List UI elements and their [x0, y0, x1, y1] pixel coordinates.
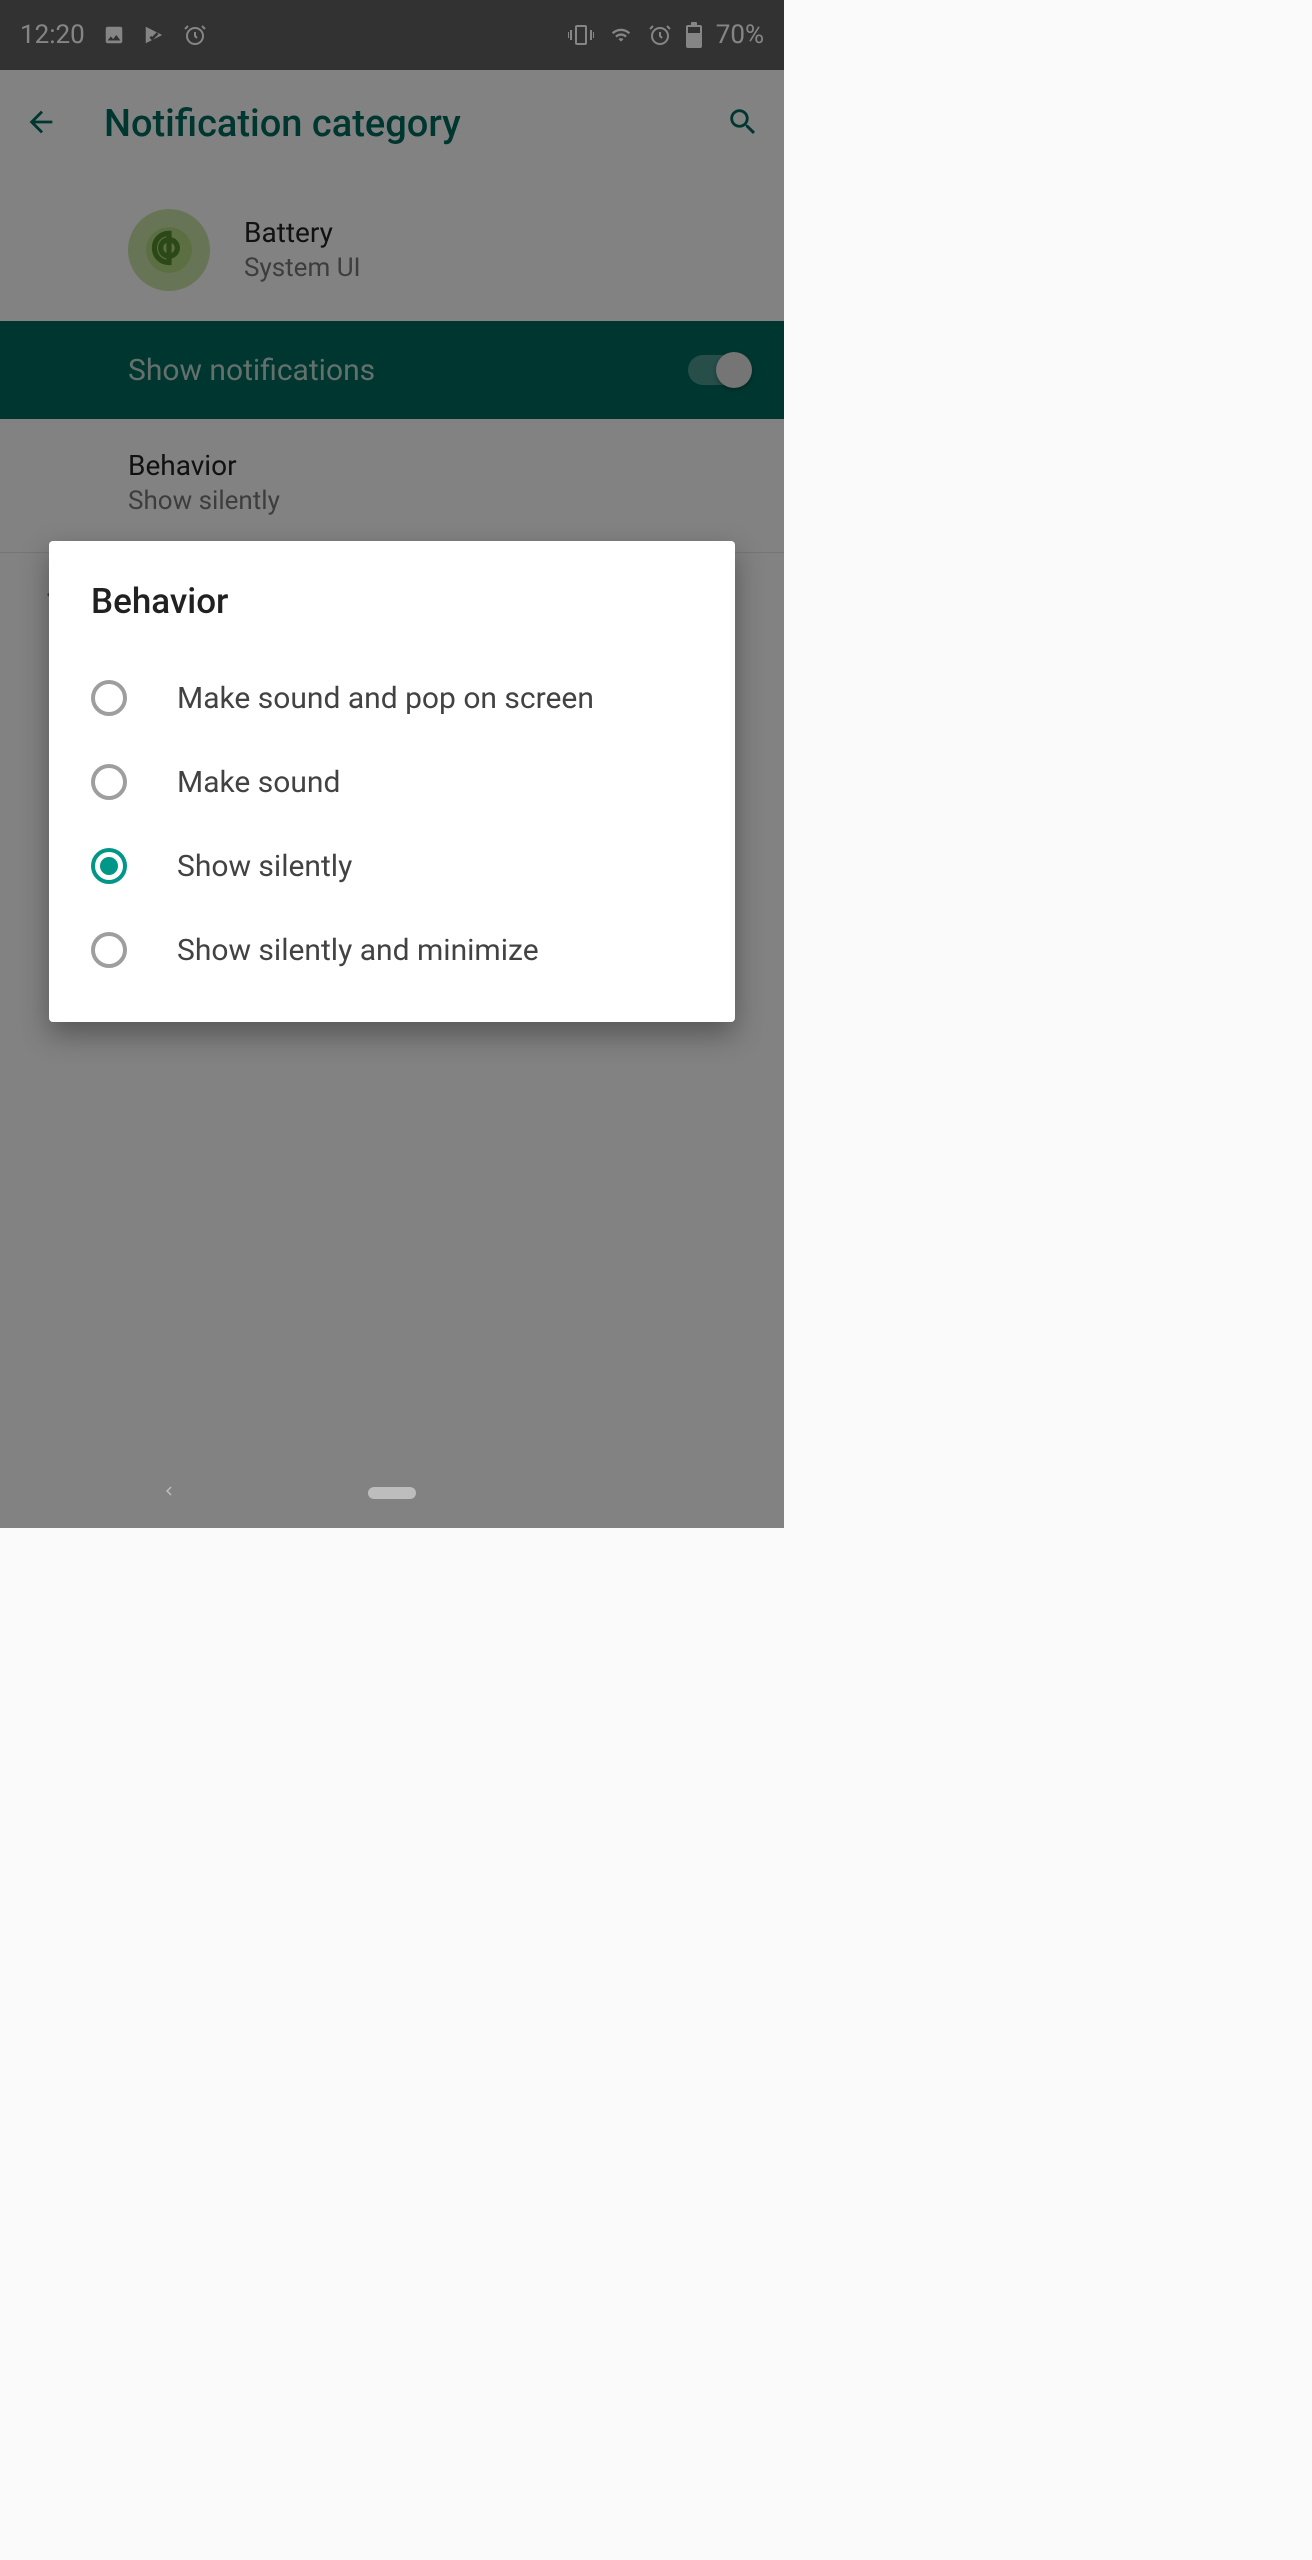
- radio-label: Make sound and pop on screen: [177, 681, 594, 716]
- dialog-title: Behavior: [49, 581, 735, 622]
- radio-label: Show silently: [177, 849, 352, 884]
- radio-label: Show silently and minimize: [177, 933, 539, 968]
- nav-home-pill[interactable]: [368, 1487, 416, 1499]
- radio-icon: [91, 764, 127, 800]
- radio-label: Make sound: [177, 765, 340, 800]
- nav-back-icon[interactable]: [160, 1482, 178, 1504]
- behavior-dialog: Behavior Make sound and pop on screen Ma…: [49, 541, 735, 1022]
- radio-option-make-sound-pop[interactable]: Make sound and pop on screen: [49, 656, 735, 740]
- radio-icon: [91, 680, 127, 716]
- radio-option-show-silently[interactable]: Show silently: [49, 824, 735, 908]
- radio-option-make-sound[interactable]: Make sound: [49, 740, 735, 824]
- navigation-bar: [0, 1458, 784, 1528]
- radio-option-show-silently-minimize[interactable]: Show silently and minimize: [49, 908, 735, 992]
- radio-icon-selected: [91, 848, 127, 884]
- radio-icon: [91, 932, 127, 968]
